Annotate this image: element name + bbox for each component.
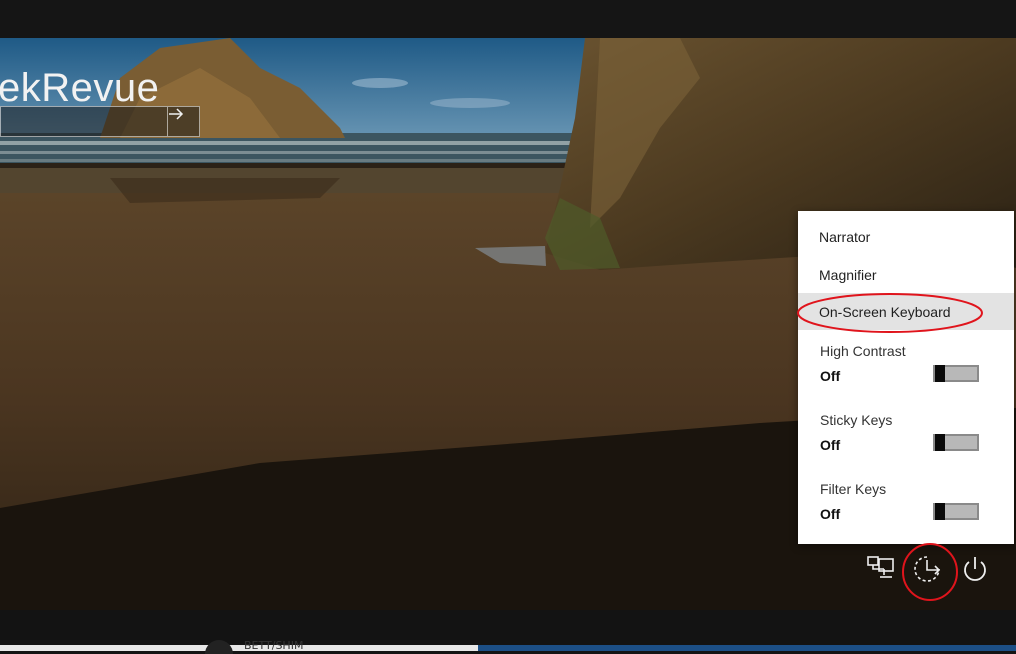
toggle-state: Off (820, 368, 841, 384)
menu-item-narrator[interactable]: Narrator (798, 223, 1014, 251)
password-field[interactable] (0, 106, 200, 137)
taskbar-strip (0, 645, 478, 651)
high-contrast-setting: High Contrast Off (798, 343, 1014, 399)
toggle-label: Sticky Keys (820, 412, 893, 428)
toggle-state: Off (820, 506, 841, 522)
menu-item-magnifier[interactable]: Magnifier (798, 261, 1014, 289)
taskbar-partial-text: BETT/SHIM (244, 639, 304, 652)
filter-keys-toggle[interactable] (933, 503, 979, 520)
network-icon (867, 556, 894, 578)
ease-of-access-button[interactable] (912, 552, 942, 586)
arrow-right-icon (169, 108, 184, 120)
filter-keys-setting: Filter Keys Off (798, 481, 1014, 537)
menu-item-label: Narrator (819, 229, 871, 245)
ease-of-access-icon (914, 556, 941, 582)
high-contrast-toggle[interactable] (933, 365, 979, 382)
sticky-keys-toggle[interactable] (933, 434, 979, 451)
menu-item-on-screen-keyboard[interactable]: On-Screen Keyboard (798, 293, 1014, 330)
toggle-label: Filter Keys (820, 481, 887, 497)
toggle-state: Off (820, 437, 841, 453)
menu-item-label: On-Screen Keyboard (819, 304, 951, 320)
top-black-bar (0, 0, 1016, 38)
username-text: ekRevue (0, 66, 160, 110)
sticky-keys-setting: Sticky Keys Off (798, 412, 1014, 468)
submit-button[interactable] (167, 107, 199, 136)
ease-of-access-menu: Narrator Magnifier On-Screen Keyboard Hi… (798, 211, 1014, 544)
network-button[interactable] (866, 552, 896, 586)
menu-item-label: Magnifier (819, 267, 877, 283)
toggle-label: High Contrast (820, 343, 906, 359)
power-button[interactable] (960, 552, 990, 586)
power-icon (964, 557, 986, 581)
taskbar-accent-strip (478, 645, 1016, 651)
password-input[interactable] (1, 107, 167, 136)
